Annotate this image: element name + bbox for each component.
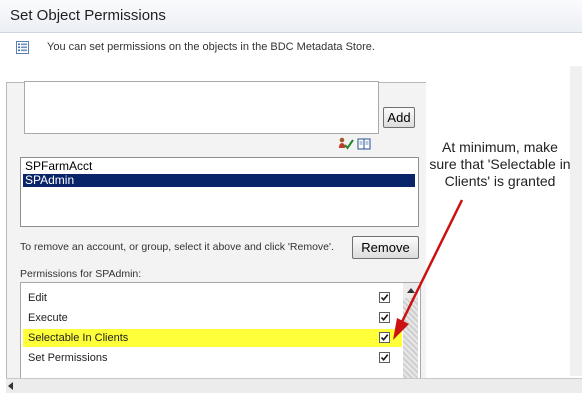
- annotation-arrow: [393, 199, 464, 340]
- window-vertical-scrollbar[interactable]: [570, 66, 582, 376]
- permission-label: Execute: [28, 312, 68, 324]
- people-picker-input[interactable]: [24, 81, 379, 134]
- add-button[interactable]: Add: [383, 107, 415, 128]
- title-bar: Set Object Permissions: [0, 0, 582, 33]
- list-icon: [16, 41, 29, 54]
- info-row: You can set permissions on the objects i…: [16, 40, 576, 56]
- permission-row-edit: Edit: [23, 289, 402, 307]
- permission-checkbox[interactable]: [379, 352, 390, 363]
- account-item-selected[interactable]: SPAdmin: [23, 174, 415, 187]
- permission-label: Selectable In Clients: [28, 332, 129, 344]
- permission-row-execute: Execute: [23, 309, 402, 327]
- permissions-list: Edit Execute Selectable In Clients Set P…: [20, 282, 421, 379]
- account-item[interactable]: SPFarmAcct: [23, 160, 92, 173]
- permission-row-selectable-in-clients: Selectable In Clients: [23, 329, 402, 347]
- remove-hint: To remove an account, or group, select i…: [20, 241, 334, 253]
- scroll-left-icon[interactable]: [8, 382, 13, 390]
- permissions-label: Permissions for SPAdmin:: [20, 268, 142, 280]
- annotation-callout: At minimum, make sure that 'Selectable i…: [429, 139, 571, 189]
- permission-row-set-permissions: Set Permissions: [23, 349, 402, 367]
- check-names-icon[interactable]: [338, 137, 354, 151]
- window-horizontal-scrollbar[interactable]: [6, 378, 582, 393]
- address-book-icon[interactable]: [357, 137, 371, 151]
- accounts-list[interactable]: SPFarmAcct SPAdmin: [20, 157, 419, 227]
- permission-label: Set Permissions: [28, 352, 108, 364]
- info-text: You can set permissions on the objects i…: [47, 41, 375, 53]
- window-title: Set Object Permissions: [10, 7, 166, 24]
- permission-label: Edit: [28, 292, 47, 304]
